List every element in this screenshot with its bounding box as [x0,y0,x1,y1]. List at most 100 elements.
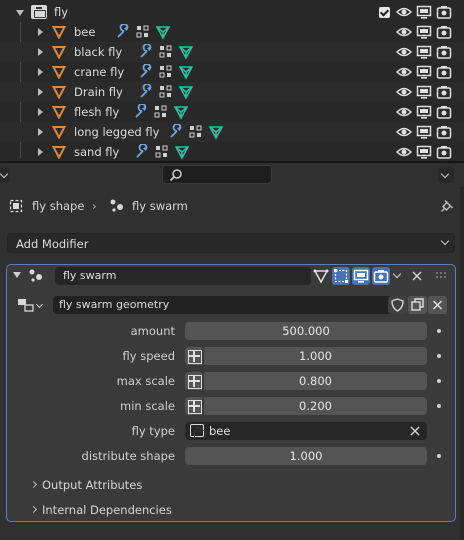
wrench-icon[interactable] [133,104,149,120]
wrench-icon[interactable] [138,64,154,80]
keyframe-dot-icon[interactable] [437,329,441,333]
monitor-icon[interactable] [416,64,432,80]
particles-icon[interactable] [158,64,174,80]
unlink-button[interactable] [428,296,447,314]
monitor-icon[interactable] [416,84,432,100]
camera-icon[interactable] [436,64,452,80]
keyframe-dot-icon[interactable] [437,404,441,408]
attribute-toggle-icon[interactable] [185,372,203,390]
wrench-icon[interactable] [115,24,131,40]
camera-icon[interactable] [436,144,452,160]
camera-icon[interactable] [436,44,452,60]
eye-icon[interactable] [396,24,412,40]
amount-field[interactable]: 500.000 [185,322,427,340]
chevron-down-icon[interactable] [392,269,402,279]
min-scale-field[interactable]: 0.200 [204,397,427,415]
monitor-icon[interactable] [416,144,432,160]
chevron-down-icon[interactable] [35,300,44,309]
attribute-toggle-icon[interactable] [185,347,203,365]
particles-icon[interactable] [135,24,151,40]
collapse-arrow-icon[interactable] [16,10,24,16]
clear-icon[interactable] [409,425,421,437]
wrench-icon[interactable] [138,44,154,60]
particles-icon[interactable] [188,124,204,140]
chevron-right-icon[interactable] [29,505,38,514]
mesh-data-icon[interactable] [174,144,190,160]
expand-arrow-icon[interactable] [38,148,43,156]
monitor-icon[interactable] [416,4,432,20]
edit-mode-icon[interactable] [312,267,330,285]
monitor-icon[interactable] [416,24,432,40]
eye-icon[interactable] [396,44,412,60]
expand-arrow-icon[interactable] [38,28,43,36]
modifier-panel-header[interactable]: fly swarm [7,265,455,287]
search-input[interactable] [162,165,272,184]
wrench-icon[interactable] [168,124,184,140]
mesh-data-icon[interactable] [155,24,171,40]
outliner-row-object[interactable]: long legged fly [0,122,464,142]
particles-icon[interactable] [158,44,174,60]
chevron-right-icon[interactable] [29,480,38,489]
expand-arrow-icon[interactable] [38,88,43,96]
wrench-icon[interactable] [138,84,154,100]
fly-speed-field[interactable]: 1.000 [204,347,427,365]
viewport-toggle[interactable] [352,267,370,285]
editor-type-dropdown[interactable] [0,167,10,183]
outliner-row-collection[interactable]: fly [0,2,464,22]
monitor-icon[interactable] [416,104,432,120]
expand-arrow-icon[interactable] [38,68,43,76]
eye-icon[interactable] [396,124,412,140]
mesh-data-icon[interactable] [173,104,189,120]
mesh-data-icon[interactable] [178,84,194,100]
mesh-data-icon[interactable] [178,44,194,60]
expand-arrow-icon[interactable] [38,48,43,56]
close-icon[interactable] [410,269,424,283]
mesh-data-icon[interactable] [178,64,194,80]
camera-icon[interactable] [436,4,452,20]
outliner-row-object[interactable]: bee [0,22,464,42]
subpanel-output-attributes[interactable]: Output Attributes [42,478,142,492]
outliner-row-object[interactable]: sand fly [0,142,464,161]
keyframe-dot-icon[interactable] [437,379,441,383]
add-modifier-dropdown[interactable]: Add Modifier [7,233,455,253]
eye-icon[interactable] [396,144,412,160]
camera-icon[interactable] [436,84,452,100]
subpanel-internal-dependencies[interactable]: Internal Dependencies [42,503,172,517]
node-group-field[interactable]: fly swarm geometry [53,296,393,314]
modifier-name-input[interactable]: fly swarm [55,267,311,285]
camera-icon[interactable] [436,124,452,140]
monitor-icon[interactable] [416,44,432,60]
drag-handle-icon[interactable] [435,271,449,281]
exclude-checkbox[interactable] [379,7,390,18]
collapse-arrow-icon[interactable] [13,272,21,278]
keyframe-dot-icon[interactable] [437,454,441,458]
eye-icon[interactable] [396,4,412,20]
attribute-toggle-icon[interactable] [185,397,203,415]
outliner-row-object[interactable]: crane fly [0,62,464,82]
eye-icon[interactable] [396,104,412,120]
particles-icon[interactable] [158,84,174,100]
render-toggle[interactable] [372,267,390,285]
on-cage-toggle[interactable] [332,267,350,285]
eye-icon[interactable] [396,64,412,80]
expand-arrow-icon[interactable] [38,108,43,116]
camera-icon[interactable] [436,104,452,120]
mesh-data-icon[interactable] [208,124,224,140]
node-tree-icon[interactable] [17,297,35,313]
particles-icon[interactable] [154,144,170,160]
fake-user-button[interactable] [388,296,407,314]
fly-type-collection-field[interactable]: bee [185,422,427,440]
distribute-shape-field[interactable]: 1.000 [185,447,427,465]
duplicate-button[interactable] [408,296,427,314]
monitor-icon[interactable] [416,124,432,140]
outliner-row-object[interactable]: Drain fly [0,82,464,102]
pin-icon[interactable] [440,199,454,213]
keyframe-dot-icon[interactable] [437,354,441,358]
scrollbar[interactable] [460,187,464,540]
camera-icon[interactable] [436,24,452,40]
outliner-row-object[interactable]: flesh fly [0,102,464,122]
outliner-row-object[interactable]: black fly [0,42,464,62]
max-scale-field[interactable]: 0.800 [204,372,427,390]
expand-arrow-icon[interactable] [38,128,43,136]
particles-icon[interactable] [153,104,169,120]
